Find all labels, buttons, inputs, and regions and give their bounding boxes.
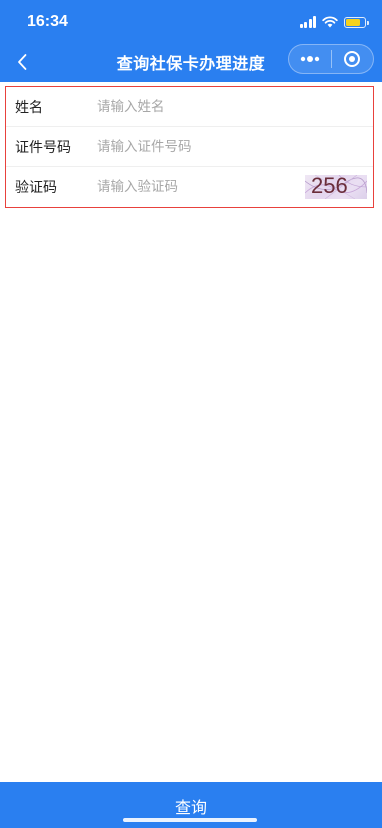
capsule-menu bbox=[288, 44, 374, 74]
signal-icon bbox=[299, 16, 316, 28]
status-bar: 16:34 bbox=[0, 0, 382, 44]
captcha-input[interactable] bbox=[97, 174, 287, 199]
query-button-label: 查询 bbox=[174, 798, 207, 817]
page: 16:34 查询社保卡办理进度 姓名 请输入姓名 证件号码 请输入证件号码 验证… bbox=[0, 0, 382, 828]
more-button[interactable] bbox=[289, 45, 331, 73]
target-circle-icon bbox=[344, 51, 361, 67]
form-row-name: 姓名 bbox=[6, 87, 373, 127]
nav-bar: 查询社保卡办理进度 bbox=[0, 44, 382, 82]
form-row-id-number: 证件号码 bbox=[6, 127, 373, 167]
status-icons bbox=[299, 15, 369, 29]
battery-icon bbox=[344, 16, 369, 28]
captcha-image[interactable]: 256 bbox=[305, 175, 367, 199]
captcha-code: 256 bbox=[311, 175, 348, 198]
wifi-icon bbox=[322, 16, 338, 28]
close-miniprogram-button[interactable] bbox=[332, 45, 374, 73]
name-label: 姓名 bbox=[15, 99, 43, 116]
id-number-label: 证件号码 bbox=[15, 139, 71, 156]
header: 16:34 查询社保卡办理进度 bbox=[0, 0, 382, 82]
query-form: 姓名 证件号码 验证码 256 bbox=[5, 86, 374, 208]
more-dots-icon bbox=[300, 56, 319, 62]
status-time: 16:34 bbox=[27, 13, 68, 30]
id-number-input[interactable] bbox=[97, 134, 297, 159]
home-indicator bbox=[123, 818, 257, 822]
battery-fill bbox=[346, 18, 361, 26]
name-input[interactable] bbox=[97, 94, 297, 119]
captcha-label: 验证码 bbox=[15, 179, 57, 196]
form-row-captcha: 验证码 256 bbox=[6, 167, 373, 206]
